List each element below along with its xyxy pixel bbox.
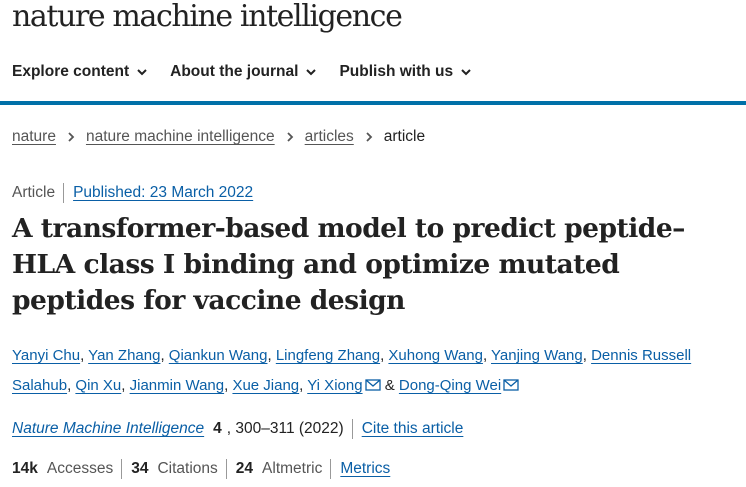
nav-item-label: Explore content (12, 63, 130, 80)
author-conjunction: & (384, 377, 395, 394)
author-link[interactable]: Xue Jiang (232, 377, 299, 394)
author-link[interactable]: Qiankun Wang (169, 347, 268, 364)
author-link[interactable]: Yi Xiong (307, 377, 362, 394)
header-divider (0, 101, 746, 105)
pages-year: , 300–311 (2022) (226, 420, 344, 437)
meta-divider (63, 183, 65, 203)
author-list: Yanyi Chu, Yan Zhang, Qiankun Wang, Ling… (12, 341, 742, 401)
citations-label: Citations (157, 460, 218, 477)
chevron-right-icon (287, 132, 293, 142)
author-separator: , (482, 347, 492, 364)
citation-divider (351, 419, 353, 439)
author-link[interactable]: Qin Xu (75, 377, 121, 394)
nav-item-label: About the journal (170, 63, 299, 80)
metrics-divider (330, 459, 332, 479)
citations-count: 34 (131, 460, 149, 477)
chevron-down-icon (306, 69, 317, 76)
author-link[interactable]: Yanjing Wang (491, 347, 583, 364)
volume: 4 (213, 420, 222, 437)
metrics-divider (225, 459, 227, 479)
journal-link[interactable]: Nature Machine Intelligence (12, 420, 204, 438)
author-separator: , (160, 347, 169, 364)
mail-icon[interactable] (503, 379, 519, 391)
author-link[interactable]: Xuhong Wang (388, 347, 483, 364)
author-link[interactable]: Yanyi Chu (12, 347, 80, 364)
journal-logo[interactable]: nature machine intelligence (12, 0, 403, 34)
cite-this-article-link[interactable]: Cite this article (362, 420, 464, 438)
breadcrumb-journal[interactable]: nature machine intelligence (86, 128, 275, 146)
nav-publish-with-us[interactable]: Publish with us (339, 63, 472, 81)
breadcrumb: nature nature machine intelligence artic… (12, 128, 425, 146)
article-type: Article (12, 184, 56, 201)
author-link[interactable]: Jianmin Wang (130, 377, 224, 394)
nav-about-journal[interactable]: About the journal (170, 63, 317, 81)
nav-explore-content[interactable]: Explore content (12, 63, 148, 81)
altmetric-label: Altmetric (262, 460, 323, 477)
chevron-down-icon (461, 69, 471, 76)
breadcrumb-articles[interactable]: articles (305, 128, 354, 146)
published-date-link[interactable]: Published: 23 March 2022 (73, 184, 253, 202)
chevron-right-icon (366, 132, 373, 142)
accesses-count: 14k (12, 460, 38, 477)
author-separator: , (121, 377, 130, 394)
accesses-label: Accesses (46, 460, 114, 477)
author-link[interactable]: Lingfeng Zhang (276, 347, 380, 364)
mail-icon[interactable] (364, 379, 381, 391)
citation-line: Nature Machine Intelligence 4 , 300–311 … (12, 419, 463, 439)
article-metrics: 14k Accesses 34 Citations 24 Altmetric M… (12, 459, 390, 479)
metrics-divider (121, 459, 123, 479)
author-separator: , (80, 347, 89, 364)
breadcrumb-current: article (383, 128, 426, 145)
author-separator: , (267, 347, 276, 364)
author-separator: , (582, 347, 592, 364)
nav-item-label: Publish with us (339, 63, 454, 80)
metrics-link[interactable]: Metrics (340, 460, 390, 478)
altmetric-score: 24 (235, 460, 254, 477)
chevron-right-icon (68, 132, 75, 142)
article-meta: Article Published: 23 March 2022 (12, 183, 253, 203)
author-link[interactable]: Yan Zhang (88, 347, 160, 364)
chevron-down-icon (137, 69, 147, 76)
breadcrumb-nature[interactable]: nature (12, 128, 56, 146)
main-nav: Explore content About the journal Publis… (12, 63, 494, 81)
article-title: A transformer-based model to predict pep… (12, 213, 685, 316)
author-link[interactable]: Dong-Qing Wei (399, 377, 501, 394)
